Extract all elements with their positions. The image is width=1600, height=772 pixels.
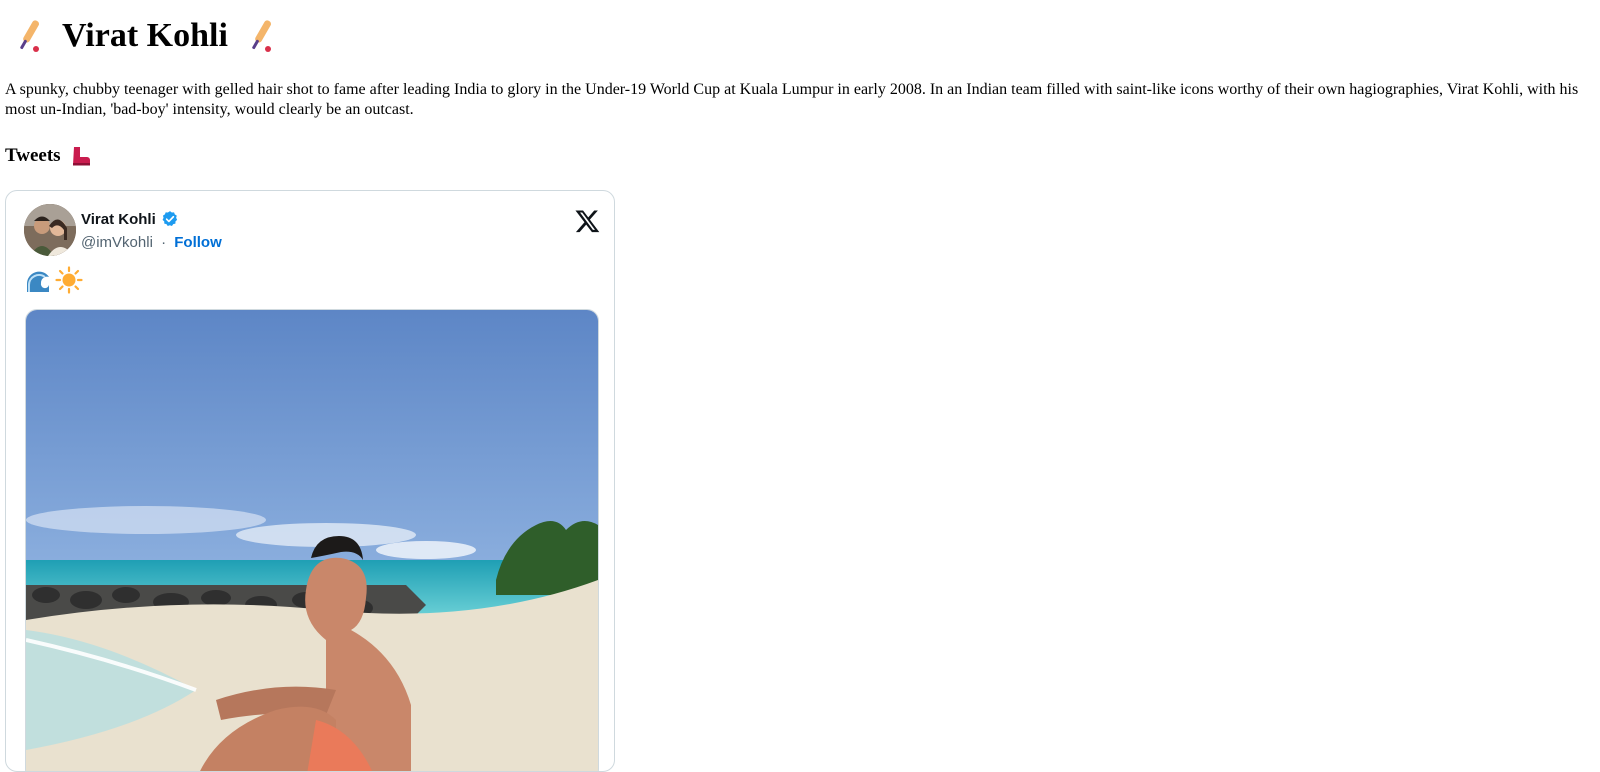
x-logo-icon[interactable] xyxy=(574,208,601,234)
handle-row: @imVkohli · Follow xyxy=(81,234,222,251)
avatar[interactable] xyxy=(24,204,76,256)
title-text: Virat Kohli xyxy=(62,17,228,54)
boot-icon xyxy=(69,145,91,167)
follow-button[interactable]: Follow xyxy=(174,234,222,251)
tweets-heading: Tweets xyxy=(5,145,91,167)
wave-emoji-icon xyxy=(25,266,53,294)
author-name-text[interactable]: Virat Kohli xyxy=(81,211,156,228)
page-title: Virat Kohli xyxy=(14,16,276,56)
tweet-photo[interactable] xyxy=(25,309,599,771)
cricket-bat-icon xyxy=(14,17,44,55)
intro-paragraph: A spunky, chubby teenager with gelled ha… xyxy=(5,81,1579,118)
tweet-text xyxy=(25,266,83,294)
sun-emoji-icon xyxy=(55,266,83,294)
tweets-heading-label: Tweets xyxy=(5,145,61,166)
verified-badge-icon xyxy=(161,210,179,228)
handle-separator: · xyxy=(161,234,167,251)
handle-text[interactable]: @imVkohli xyxy=(81,234,153,251)
embedded-tweet[interactable]: Virat Kohli @imVkohli · Follow xyxy=(5,190,615,772)
author-name[interactable]: Virat Kohli xyxy=(81,210,179,228)
cricket-bat-icon xyxy=(246,17,276,55)
